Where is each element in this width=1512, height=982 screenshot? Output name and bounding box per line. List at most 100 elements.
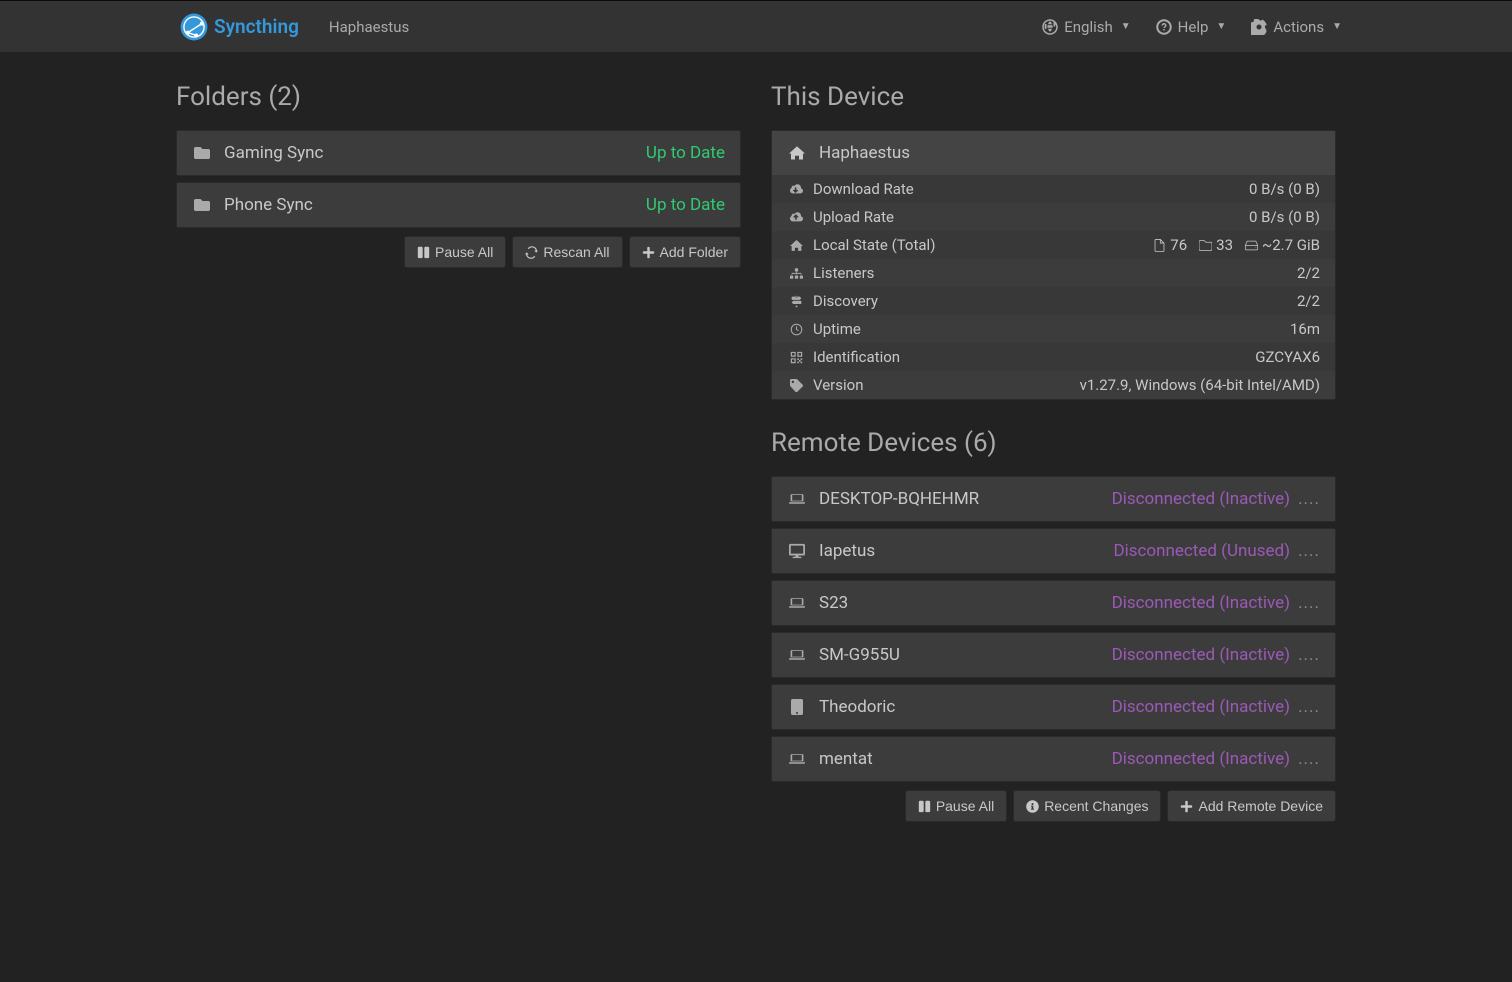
- caret-down-icon: ▼: [1121, 21, 1131, 32]
- gear-icon: [1251, 19, 1267, 35]
- device-type-icon: [787, 543, 807, 559]
- listeners-row: Listeners 2/2: [772, 259, 1335, 287]
- remote-device-item[interactable]: Iapetus Disconnected (Unused) ....: [771, 528, 1336, 574]
- remote-device-name: Iapetus: [819, 541, 875, 561]
- folder-buttons: Pause All Rescan All Add Folder: [176, 236, 741, 268]
- caret-down-icon: ▼: [1216, 21, 1226, 32]
- button-label: Add Folder: [660, 244, 728, 260]
- folder-status: Up to Date: [646, 143, 725, 163]
- remote-device-status: Disconnected (Inactive): [1112, 749, 1290, 769]
- globe-icon: [1042, 19, 1058, 35]
- button-label: Rescan All: [543, 244, 609, 260]
- language-label: English: [1064, 18, 1113, 36]
- plus-icon: [1180, 800, 1193, 813]
- add-folder-button[interactable]: Add Folder: [629, 236, 741, 268]
- uptime-row: Uptime 16m: [772, 315, 1335, 343]
- cloud-upload-icon: [787, 211, 805, 224]
- ellipsis-icon: ....: [1298, 489, 1320, 509]
- remote-device-status: Disconnected (Inactive): [1112, 489, 1290, 509]
- remote-devices-heading: Remote Devices (6): [771, 428, 1336, 458]
- remote-device-item[interactable]: DESKTOP-BQHEHMR Disconnected (Inactive) …: [771, 476, 1336, 522]
- folder-item[interactable]: Gaming Sync Up to Date: [176, 130, 741, 176]
- upload-rate-row: Upload Rate 0 B/s (0 B): [772, 203, 1335, 231]
- remote-device-name: Theodoric: [819, 697, 895, 717]
- actions-label: Actions: [1273, 18, 1324, 36]
- sitemap-icon: [787, 267, 805, 280]
- this-device-panel: Haphaestus Download Rate 0 B/s (0 B) Upl…: [771, 130, 1336, 400]
- qrcode-icon: [787, 351, 805, 364]
- pause-icon: [417, 246, 430, 259]
- remote-device-item[interactable]: Theodoric Disconnected (Inactive) ....: [771, 684, 1336, 730]
- folder-name: Gaming Sync: [224, 143, 323, 163]
- device-type-icon: [787, 751, 807, 767]
- navbar: Syncthing Haphaestus English ▼ Help ▼ Ac…: [0, 0, 1512, 52]
- help-label: Help: [1178, 18, 1209, 36]
- hdd-icon: [1245, 239, 1258, 252]
- button-label: Recent Changes: [1044, 798, 1148, 814]
- ellipsis-icon: ....: [1298, 749, 1320, 769]
- home-device-icon: [787, 145, 807, 161]
- device-type-icon: [787, 595, 807, 611]
- navbar-left: Syncthing Haphaestus: [180, 13, 409, 41]
- map-signs-icon: [787, 295, 805, 308]
- folders-column: Folders (2) Gaming Sync Up to Date Phone…: [176, 82, 741, 822]
- main-container: Folders (2) Gaming Sync Up to Date Phone…: [176, 52, 1336, 822]
- clock-icon: [787, 323, 805, 336]
- cloud-download-icon: [787, 183, 805, 196]
- folder-outline-icon: [1199, 239, 1212, 252]
- folder-name: Phone Sync: [224, 195, 313, 215]
- rescan-all-button[interactable]: Rescan All: [512, 236, 622, 268]
- remote-device-name: S23: [819, 593, 848, 613]
- button-label: Pause All: [936, 798, 994, 814]
- device-type-icon: [787, 699, 807, 715]
- remote-device-name: DESKTOP-BQHEHMR: [819, 489, 979, 509]
- recent-changes-button[interactable]: Recent Changes: [1013, 790, 1161, 822]
- remote-device-name: SM-G955U: [819, 645, 900, 665]
- remote-device-name: mentat: [819, 749, 873, 769]
- help-menu[interactable]: Help ▼: [1156, 18, 1227, 36]
- caret-down-icon: ▼: [1332, 21, 1342, 32]
- remote-device-item[interactable]: S23 Disconnected (Inactive) ....: [771, 580, 1336, 626]
- home-icon: [787, 239, 805, 252]
- device-details: Download Rate 0 B/s (0 B) Upload Rate 0 …: [772, 175, 1335, 399]
- navbar-device-name: Haphaestus: [329, 18, 409, 36]
- identification-row: Identification GZCYAX6: [772, 343, 1335, 371]
- info-circle-icon: [1026, 800, 1039, 813]
- ellipsis-icon: ....: [1298, 593, 1320, 613]
- remote-buttons: Pause All Recent Changes Add Remote Devi…: [771, 790, 1336, 822]
- this-device-name: Haphaestus: [819, 143, 910, 163]
- this-device-heading: This Device: [771, 82, 1336, 112]
- file-icon: [1153, 239, 1166, 252]
- add-remote-device-button[interactable]: Add Remote Device: [1167, 790, 1336, 822]
- version-row: Version v1.27.9, Windows (64-bit Intel/A…: [772, 371, 1335, 399]
- tag-icon: [787, 379, 805, 392]
- download-rate-row: Download Rate 0 B/s (0 B): [772, 175, 1335, 203]
- pause-all-devices-button[interactable]: Pause All: [905, 790, 1007, 822]
- folders-heading: Folders (2): [176, 82, 741, 112]
- remote-device-item[interactable]: mentat Disconnected (Inactive) ....: [771, 736, 1336, 782]
- button-label: Add Remote Device: [1198, 798, 1323, 814]
- language-menu[interactable]: English ▼: [1042, 18, 1130, 36]
- actions-menu[interactable]: Actions ▼: [1251, 18, 1342, 36]
- brand-text: Syncthing: [214, 15, 299, 38]
- device-id-link[interactable]: GZCYAX6: [1255, 348, 1320, 366]
- remote-device-status: Disconnected (Unused): [1113, 541, 1290, 561]
- folder-item[interactable]: Phone Sync Up to Date: [176, 182, 741, 228]
- device-type-icon: [787, 491, 807, 507]
- ellipsis-icon: ....: [1298, 697, 1320, 717]
- remote-device-item[interactable]: SM-G955U Disconnected (Inactive) ....: [771, 632, 1336, 678]
- folder-icon: [192, 145, 212, 161]
- devices-column: This Device Haphaestus Download Rate 0 B…: [771, 82, 1336, 822]
- navbar-right: English ▼ Help ▼ Actions ▼: [1042, 18, 1342, 36]
- button-label: Pause All: [435, 244, 493, 260]
- pause-all-folders-button[interactable]: Pause All: [404, 236, 506, 268]
- logo[interactable]: Syncthing: [180, 13, 299, 41]
- discovery-row: Discovery 2/2: [772, 287, 1335, 315]
- pause-icon: [918, 800, 931, 813]
- question-circle-icon: [1156, 19, 1172, 35]
- remote-devices-section: Remote Devices (6) DESKTOP-BQHEHMR Disco…: [771, 428, 1336, 822]
- plus-icon: [642, 246, 655, 259]
- this-device-header[interactable]: Haphaestus: [772, 131, 1335, 175]
- device-type-icon: [787, 647, 807, 663]
- ellipsis-icon: ....: [1298, 645, 1320, 665]
